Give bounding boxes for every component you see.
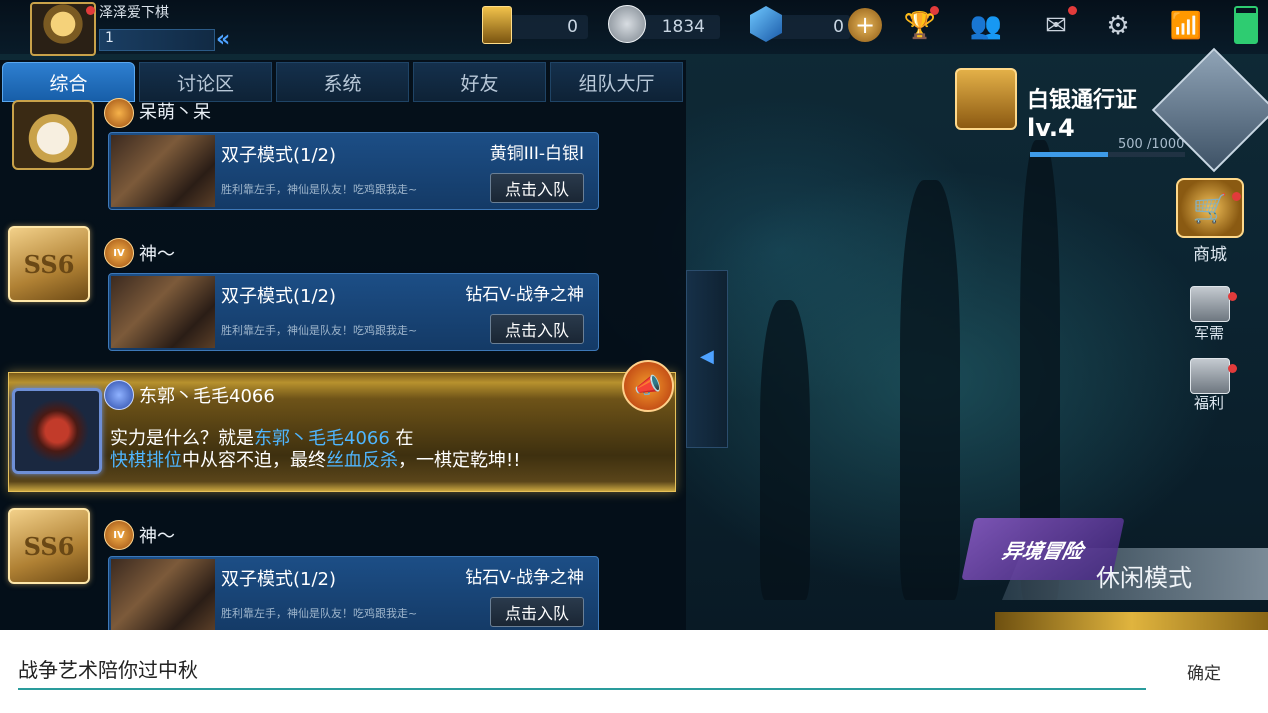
wifi-icon: 📶 <box>1169 11 1203 41</box>
mode-label[interactable]: 休闲模式 <box>1096 558 1192 593</box>
tab-team-lobby[interactable]: 组队大厅 <box>550 62 683 102</box>
mode-art-image <box>111 276 215 348</box>
pass-progress-text: 500 /1000 <box>1118 137 1185 152</box>
welfare-label[interactable]: 福利 <box>1186 392 1232 413</box>
card-icon <box>482 6 512 44</box>
player-name: 泽泽爱下棋 <box>99 5 169 21</box>
supply-chest-icon[interactable] <box>1190 286 1230 322</box>
avatar[interactable] <box>12 100 94 170</box>
avatar[interactable]: SS6 <box>8 226 90 302</box>
broadcast-text: ，一棋定乾坤!! <box>398 450 521 471</box>
broadcast-mode-link[interactable]: 快棋排位 <box>110 450 182 471</box>
avatar[interactable] <box>12 388 102 474</box>
horn-icon: 📣 <box>622 360 674 412</box>
mode-art-image <box>111 135 215 207</box>
join-team-button[interactable]: 点击入队 <box>490 314 584 344</box>
start-button-strip[interactable] <box>995 612 1268 630</box>
team-mode-title: 双子模式(1/2) <box>221 145 337 166</box>
broadcast-line-2: 快棋排位中从容不迫，最终丝血反杀，一棋定乾坤!! <box>110 446 520 472</box>
team-slogan: 胜利靠左手，神仙是队友！吃鸡跟我走~ <box>221 183 418 196</box>
broadcast-text: 中从容不迫，最终 <box>182 450 326 471</box>
team-slogan: 胜利靠左手，神仙是队友！吃鸡跟我走~ <box>221 607 418 620</box>
pass-progress-fill <box>1030 152 1108 157</box>
join-team-button[interactable]: 点击入队 <box>490 597 584 627</box>
mode-art-image <box>111 559 215 631</box>
team-card: 双子模式(1/2) 黄铜III-白银I 胜利靠左手，神仙是队友！吃鸡跟我走~ 点… <box>108 132 599 210</box>
supply-notification-dot <box>1228 292 1237 301</box>
seaweed-decoration <box>760 300 810 600</box>
coin-count: 1834 <box>661 17 705 37</box>
team-rank-range: 黄铜III-白银I <box>489 144 584 164</box>
tab-friends[interactable]: 好友 <box>413 62 546 102</box>
chat-input[interactable] <box>18 648 1146 690</box>
diamond-count: 0 <box>833 17 844 37</box>
add-icon[interactable]: + <box>848 8 882 42</box>
avatar-notification-dot <box>86 6 95 15</box>
rank-badge-icon: IV <box>104 520 134 550</box>
battery-icon <box>1234 6 1258 44</box>
rank-badge-icon <box>104 98 134 128</box>
shop-label[interactable]: 商城 <box>1184 240 1236 265</box>
join-team-button[interactable]: 点击入队 <box>490 173 584 203</box>
seaweed-decoration <box>900 180 960 600</box>
tab-discussion[interactable]: 讨论区 <box>139 62 272 102</box>
pass-title[interactable]: 白银通行证 <box>1027 82 1137 114</box>
message-username: 神～ <box>139 526 175 547</box>
broadcast-username: 东郭丶毛毛4066 <box>139 386 275 407</box>
chevron-left-icon[interactable]: ◀ <box>700 346 714 367</box>
friends-icon[interactable]: 👥 <box>966 6 1006 46</box>
collapse-chat-icon[interactable]: « <box>216 27 230 52</box>
team-rank-range: 钻石V-战争之神 <box>465 568 584 588</box>
team-slogan: 胜利靠左手，神仙是队友！吃鸡跟我走~ <box>221 324 418 337</box>
shop-notification-dot <box>1232 192 1241 201</box>
avatar[interactable]: SS6 <box>8 508 90 584</box>
gift-box-icon[interactable] <box>955 68 1017 130</box>
mail-notification-dot <box>1068 6 1077 15</box>
supply-label[interactable]: 军需 <box>1186 322 1232 343</box>
player-level: 1 <box>105 30 114 46</box>
message-username: 神～ <box>139 244 175 265</box>
pass-level: lv.4 <box>1027 114 1075 142</box>
message-username: 呆萌丶呆 <box>139 102 211 123</box>
rank-badge-icon: IV <box>104 238 134 268</box>
team-mode-title: 双子模式(1/2) <box>221 569 337 590</box>
team-card: 双子模式(1/2) 钻石V-战争之神 胜利靠左手，神仙是队友！吃鸡跟我走~ 点击… <box>108 556 599 634</box>
gift-icon[interactable] <box>1190 358 1230 394</box>
tab-system[interactable]: 系统 <box>276 62 409 102</box>
player-level-bar <box>99 29 215 51</box>
team-mode-title: 双子模式(1/2) <box>221 286 337 307</box>
tab-general[interactable]: 综合 <box>2 62 135 102</box>
broadcast-highlight: 丝血反杀 <box>326 450 398 471</box>
trophy-notification-dot <box>930 6 939 15</box>
rank-badge-icon <box>104 380 134 410</box>
shop-cart-icon[interactable]: 🛒 <box>1176 178 1244 238</box>
card-count: 0 <box>567 17 578 37</box>
team-rank-range: 钻石V-战争之神 <box>465 285 584 305</box>
team-card: 双子模式(1/2) 钻石V-战争之神 胜利靠左手，神仙是队友！吃鸡跟我走~ 点击… <box>108 273 599 351</box>
confirm-button[interactable]: 确定 <box>1176 656 1232 686</box>
welfare-notification-dot <box>1228 364 1237 373</box>
gear-icon[interactable]: ⚙ <box>1098 6 1138 46</box>
